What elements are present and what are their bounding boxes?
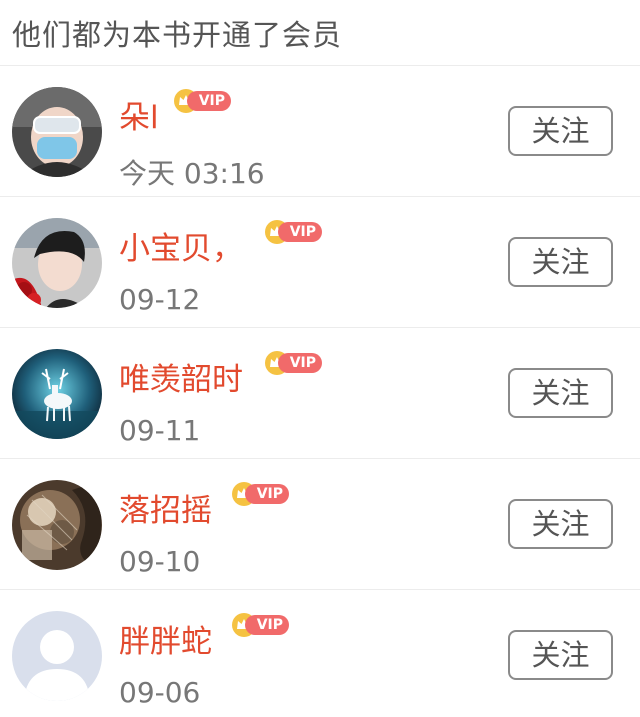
vip-badge: VIP [264,350,322,376]
member-name[interactable]: 落招摇 [119,485,212,530]
vip-badge: VIP [264,219,322,245]
vip-label: VIP [245,484,289,504]
vip-label: VIP [245,615,289,635]
avatar[interactable] [12,349,102,439]
member-name[interactable]: 胖胖蛇 [119,616,212,661]
follow-button[interactable]: 关注 [508,499,613,549]
vip-badge: VIP [231,612,289,638]
page-title: 他们都为本书开通了会员 [12,17,343,52]
follow-button[interactable]: 关注 [508,630,613,680]
join-date: 09-06 [119,676,201,709]
vip-badge: VIP [173,88,231,114]
vip-badge: VIP [231,481,289,507]
join-date: 今天 03:16 [119,157,265,190]
join-date: 09-10 [119,545,201,578]
avatar[interactable] [12,611,102,701]
vip-label: VIP [187,91,231,111]
list-item[interactable]: 小宝贝， VIP 09-12 关注 [0,197,640,328]
member-name[interactable]: 唯羡韶时 [119,354,243,399]
avatar[interactable] [12,218,102,308]
join-date: 09-12 [119,283,201,316]
page-header: 他们都为本书开通了会员 [0,0,640,66]
follow-button[interactable]: 关注 [508,106,613,156]
avatar[interactable] [12,480,102,570]
follow-button[interactable]: 关注 [508,368,613,418]
list-item[interactable]: 朵l VIP 今天 03:16 关注 [0,66,640,197]
member-name[interactable]: 朵l [119,92,159,137]
vip-label: VIP [278,353,322,373]
member-name[interactable]: 小宝贝， [119,223,243,268]
vip-label: VIP [278,222,322,242]
avatar[interactable] [12,87,102,177]
list-item[interactable]: 胖胖蛇 VIP 09-06 关注 [0,590,640,717]
member-list: 朵l VIP 今天 03:16 关注 小宝贝， VIP 09-12 关注 唯羡韶… [0,66,640,717]
list-item[interactable]: 落招摇 VIP 09-10 关注 [0,459,640,590]
follow-button[interactable]: 关注 [508,237,613,287]
join-date: 09-11 [119,414,201,447]
list-item[interactable]: 唯羡韶时 VIP 09-11 关注 [0,328,640,459]
